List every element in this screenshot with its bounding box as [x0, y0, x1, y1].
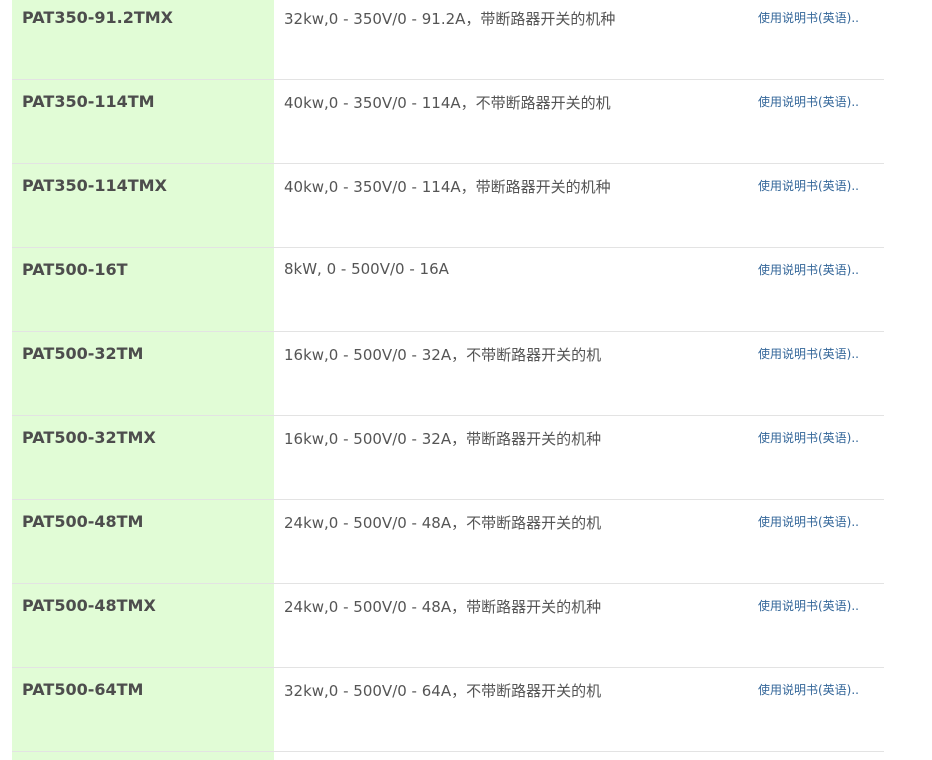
table-row: PAT500-48TMX 24kw,0 - 500V/0 - 48A，带断路器开…	[12, 584, 884, 668]
model-description: 32kw,0 - 350V/0 - 91.2A，带断路器开关的机种	[284, 10, 616, 28]
manual-link[interactable]: 使用说明书(英语)..	[758, 177, 859, 194]
model-description: 24kw,0 - 500V/0 - 48A，带断路器开关的机种	[284, 598, 602, 616]
table-row: PAT500-32TM 16kw,0 - 500V/0 - 32A，不带断路器开…	[12, 332, 884, 416]
manual-link[interactable]: 使用说明书(英语)..	[758, 681, 859, 698]
manual-link[interactable]: 使用说明书(英语)..	[758, 9, 859, 26]
manual-link[interactable]: 使用说明书(英语)..	[758, 513, 859, 530]
table-row: PAT500-64TM 32kw,0 - 500V/0 - 64A，不带断路器开…	[12, 668, 884, 752]
model-description: 40kw,0 - 350V/0 - 114A，带断路器开关的机种	[284, 178, 611, 196]
product-list-page: PAT350-91.2TMX 32kw,0 - 350V/0 - 91.2A，带…	[0, 0, 932, 760]
model-description: 32kw,0 - 500V/0 - 64A，不带断路器开关的机	[284, 682, 602, 700]
model-description: 8kW, 0 - 500V/0 - 16A	[284, 260, 449, 278]
model-name: PAT500-16T	[22, 260, 128, 279]
table-row: PAT350-114TMX 40kw,0 - 350V/0 - 114A，带断路…	[12, 164, 884, 248]
manual-link[interactable]: 使用说明书(英语)..	[758, 345, 859, 362]
manual-link[interactable]: 使用说明书(英语)..	[758, 93, 859, 110]
model-description: 24kw,0 - 500V/0 - 48A，不带断路器开关的机	[284, 514, 602, 532]
model-name: PAT500-32TMX	[22, 428, 156, 447]
model-name: PAT500-64TM	[22, 680, 144, 699]
model-description: 40kw,0 - 350V/0 - 114A，不带断路器开关的机	[284, 94, 611, 112]
table-row: PAT350-114TM 40kw,0 - 350V/0 - 114A，不带断路…	[12, 80, 884, 164]
model-name: PAT500-48TMX	[22, 596, 156, 615]
table-row: PAT350-91.2TMX 32kw,0 - 350V/0 - 91.2A，带…	[12, 0, 884, 80]
model-name: PAT500-48TM	[22, 512, 144, 531]
table-row: PAT500-32TMX 16kw,0 - 500V/0 - 32A，带断路器开…	[12, 416, 884, 500]
manual-link[interactable]: 使用说明书(英语)..	[758, 597, 859, 614]
model-description: 16kw,0 - 500V/0 - 32A，不带断路器开关的机	[284, 346, 602, 364]
model-name: PAT350-91.2TMX	[22, 8, 173, 27]
model-name: PAT350-114TMX	[22, 176, 167, 195]
model-name: PAT500-32TM	[22, 344, 144, 363]
product-table: PAT350-91.2TMX 32kw,0 - 350V/0 - 91.2A，带…	[12, 0, 884, 752]
model-description: 16kw,0 - 500V/0 - 32A，带断路器开关的机种	[284, 430, 602, 448]
manual-link[interactable]: 使用说明书(英语)..	[758, 261, 859, 278]
table-row: PAT500-16T 8kW, 0 - 500V/0 - 16A 使用说明书(英…	[12, 248, 884, 332]
manual-link[interactable]: 使用说明书(英语)..	[758, 429, 859, 446]
table-row: PAT500-48TM 24kw,0 - 500V/0 - 48A，不带断路器开…	[12, 500, 884, 584]
model-name: PAT350-114TM	[22, 92, 155, 111]
